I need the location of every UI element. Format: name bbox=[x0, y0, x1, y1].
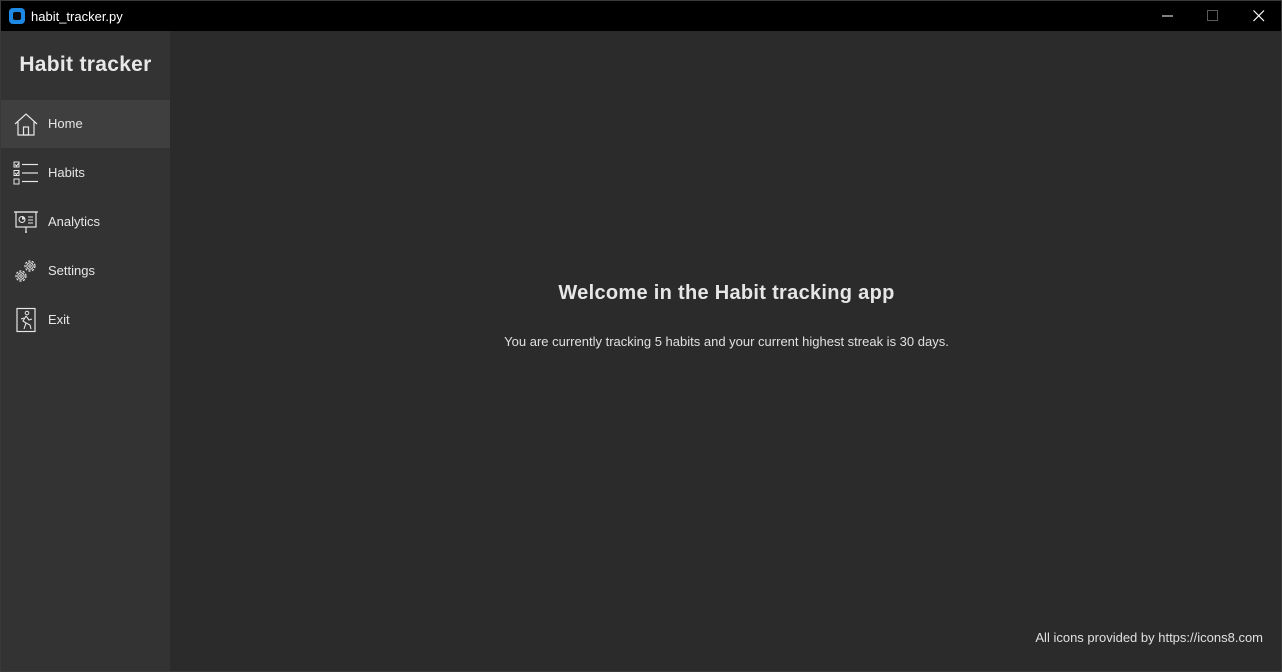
sidebar-item-label: Analytics bbox=[48, 214, 101, 229]
sidebar-item-analytics[interactable]: Analytics bbox=[1, 198, 170, 246]
app-window: habit_tracker.py Habit tracker Home Habi… bbox=[0, 0, 1282, 672]
sidebar-nav: Home Habits Analytics Settings Exit bbox=[1, 100, 170, 345]
app-icon bbox=[9, 8, 25, 24]
sidebar-item-label: Home bbox=[48, 116, 83, 131]
presentation-chart-icon bbox=[14, 211, 38, 233]
title-bar[interactable]: habit_tracker.py bbox=[1, 1, 1281, 31]
gears-icon bbox=[15, 260, 36, 282]
sidebar: Habit tracker Home Habits Analytics Sett… bbox=[1, 31, 170, 671]
close-button[interactable] bbox=[1236, 1, 1281, 31]
close-icon bbox=[1253, 10, 1265, 22]
sidebar-item-label: Habits bbox=[48, 165, 85, 180]
sidebar-item-home[interactable]: Home bbox=[1, 100, 170, 148]
maximize-button[interactable] bbox=[1190, 1, 1236, 31]
minimize-icon bbox=[1162, 15, 1173, 17]
sidebar-item-exit[interactable]: Exit bbox=[1, 296, 170, 344]
exit-door-icon bbox=[16, 307, 36, 333]
home-icon bbox=[14, 113, 38, 136]
maximize-icon bbox=[1207, 10, 1218, 21]
minimize-button[interactable] bbox=[1145, 1, 1191, 31]
checklist-icon bbox=[13, 161, 38, 185]
summary-text: You are currently tracking 5 habits and … bbox=[504, 334, 949, 349]
sidebar-item-settings[interactable]: Settings bbox=[1, 247, 170, 295]
sidebar-item-label: Exit bbox=[48, 312, 70, 327]
icon-credits: All icons provided by https://icons8.com bbox=[1035, 630, 1263, 645]
sidebar-item-habits[interactable]: Habits bbox=[1, 149, 170, 197]
main-content: Welcome in the Habit tracking app You ar… bbox=[170, 31, 1281, 671]
app-title: Habit tracker bbox=[19, 53, 152, 76]
page-title: Welcome in the Habit tracking app bbox=[558, 282, 895, 304]
sidebar-item-label: Settings bbox=[48, 263, 95, 278]
window-title: habit_tracker.py bbox=[31, 9, 123, 24]
